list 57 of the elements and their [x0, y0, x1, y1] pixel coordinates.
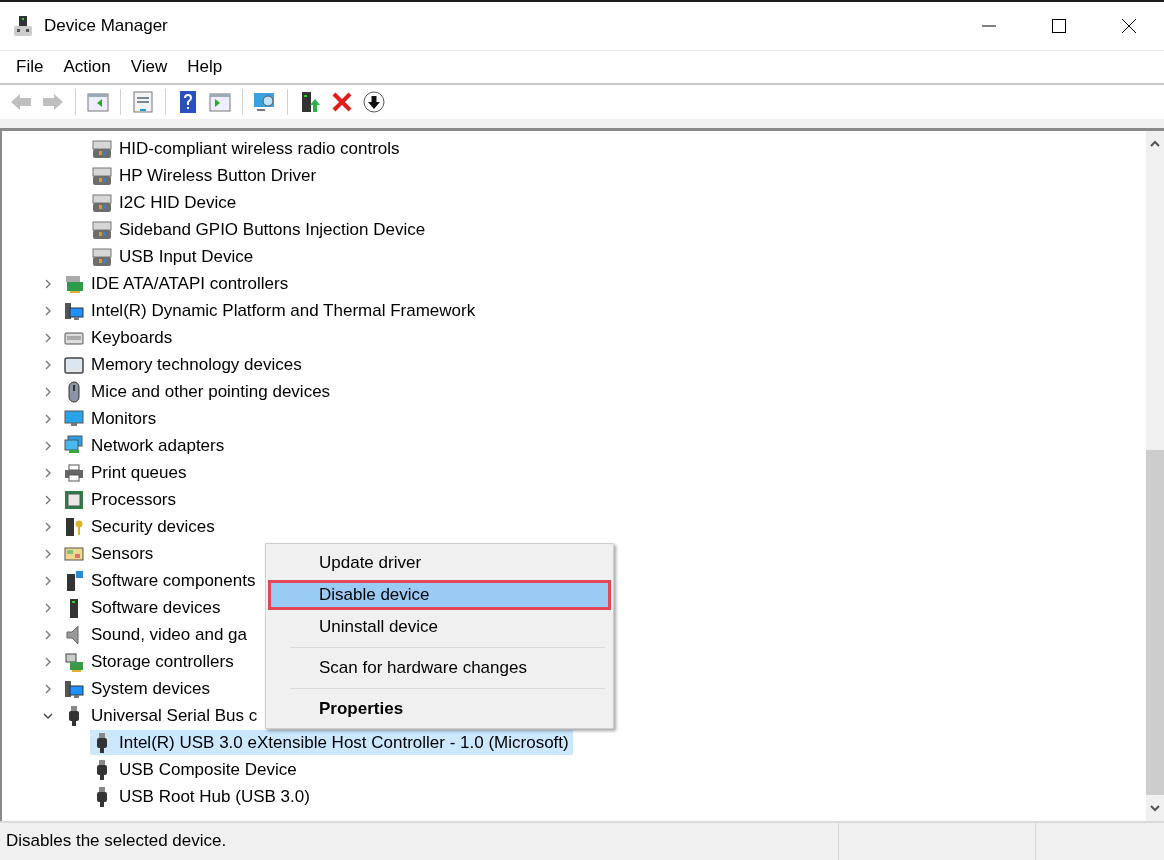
action-pane-icon[interactable]: [208, 90, 232, 114]
tree-item[interactable]: Monitors: [88, 406, 161, 431]
context-menu-item[interactable]: Properties: [268, 694, 611, 724]
tree-item[interactable]: Software devices: [88, 595, 225, 620]
tree-item[interactable]: Sideband GPIO Buttons Injection Device: [90, 217, 430, 242]
tree-item[interactable]: Software components: [88, 568, 260, 593]
tree-item[interactable]: Intel(R) USB 3.0 eXtensible Host Controller - 1.0 (Microsoft): [90, 730, 573, 755]
scroll-thumb[interactable]: [1146, 450, 1164, 795]
tree-item[interactable]: Network adapters: [88, 433, 229, 458]
input-device-icon: [92, 245, 112, 268]
tree-item[interactable]: Sensors: [88, 541, 158, 566]
tree-item[interactable]: Sound, video and ga: [88, 622, 251, 647]
tree-item[interactable]: Keyboards: [88, 325, 177, 350]
menu-item[interactable]: Help: [177, 57, 233, 77]
tree-item[interactable]: HP Wireless Button Driver: [90, 163, 321, 188]
context-menu-item[interactable]: Update driver: [268, 548, 611, 578]
storage-icon: [64, 650, 84, 673]
tree-item[interactable]: I2C HID Device: [90, 190, 241, 215]
chip-icon: [64, 488, 84, 511]
tree-item[interactable]: HID-compliant wireless radio controls: [90, 136, 404, 161]
menu-item[interactable]: Action: [53, 57, 121, 77]
tree-item[interactable]: Storage controllers: [88, 649, 238, 674]
console-tree-icon[interactable]: [86, 90, 110, 114]
menu-item[interactable]: View: [120, 57, 178, 77]
close-icon[interactable]: [1121, 18, 1137, 34]
tree-item[interactable]: Memory technology devices: [88, 352, 306, 377]
tree-item[interactable]: USB Root Hub (USB 3.0): [90, 784, 314, 809]
properties-icon[interactable]: [131, 90, 155, 114]
tree-item[interactable]: Security devices: [88, 514, 219, 539]
printer-icon: [64, 461, 84, 484]
tree-item[interactable]: Intel(R) Dynamic Platform and Thermal Framework: [88, 298, 480, 323]
context-menu-item[interactable]: Scan for hardware changes: [268, 653, 611, 683]
tree-item[interactable]: Processors: [88, 487, 181, 512]
tower-puzzle-icon: [64, 569, 84, 592]
menu-item[interactable]: File: [6, 57, 54, 77]
tree-item[interactable]: Universal Serial Bus c: [88, 703, 262, 728]
scan-monitor-icon[interactable]: [253, 90, 277, 114]
scrollbar[interactable]: [1146, 131, 1164, 821]
tower-key-icon: [64, 515, 84, 538]
context-menu-item[interactable]: Disable device: [268, 580, 611, 610]
context-menu-item[interactable]: Uninstall device: [268, 612, 611, 642]
tree-item[interactable]: IDE ATA/ATAPI controllers: [88, 271, 293, 296]
input-device-icon: [92, 137, 112, 160]
window-title: Device Manager: [44, 16, 169, 36]
tree-item[interactable]: System devices: [88, 676, 215, 701]
tree-item[interactable]: Print queues: [88, 460, 191, 485]
input-device-icon: [92, 164, 112, 187]
tree-item[interactable]: USB Composite Device: [90, 757, 301, 782]
tree-item[interactable]: USB Input Device: [90, 244, 258, 269]
status-text: Disables the selected device.: [5, 830, 228, 852]
app-icon: [12, 15, 34, 37]
tree-item[interactable]: Mice and other pointing devices: [88, 379, 335, 404]
scroll-up-icon[interactable]: [1150, 140, 1160, 148]
scroll-down-icon[interactable]: [1150, 804, 1160, 812]
input-device-icon: [92, 218, 112, 241]
input-device-icon: [92, 191, 112, 214]
maximize-icon[interactable]: [1051, 18, 1067, 34]
